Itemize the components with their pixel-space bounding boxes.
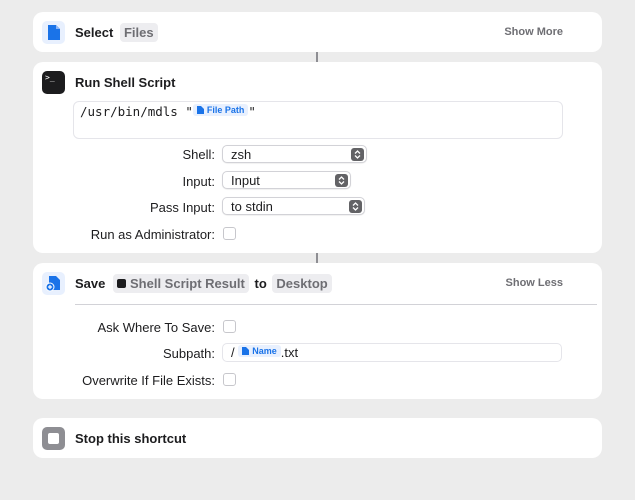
stop-icon: [42, 427, 65, 450]
name-variable[interactable]: Name: [238, 345, 281, 357]
divider: [75, 304, 597, 305]
show-more-button[interactable]: Show More: [504, 26, 563, 38]
document-icon: [42, 21, 65, 44]
ask-where-checkbox[interactable]: [223, 320, 236, 333]
script-text: /usr/bin/mdls ": [80, 104, 193, 119]
overwrite-label: Overwrite If File Exists:: [82, 373, 215, 388]
show-less-button[interactable]: Show Less: [506, 277, 563, 289]
stop-title: Stop this shortcut: [75, 431, 187, 446]
run-as-admin-checkbox[interactable]: [223, 227, 236, 240]
document-small-icon: [242, 347, 250, 355]
chevron-updown-icon: [335, 174, 348, 187]
run-as-admin-label: Run as Administrator:: [90, 227, 215, 242]
ask-where-label: Ask Where To Save:: [97, 320, 215, 335]
save-document-icon: [42, 272, 65, 295]
chevron-updown-icon: [351, 148, 364, 161]
files-token[interactable]: Files: [119, 23, 158, 42]
run-shell-title: Run Shell Script: [75, 75, 176, 90]
terminal-icon: >_: [42, 71, 65, 94]
input-select[interactable]: Input: [222, 171, 351, 189]
stop-shortcut-action[interactable]: Stop this shortcut: [33, 418, 602, 458]
subpath-label: Subpath:: [162, 346, 215, 361]
overwrite-checkbox[interactable]: [223, 373, 236, 386]
pass-input-select[interactable]: to stdin: [222, 197, 365, 215]
file-path-variable[interactable]: File Path: [192, 104, 249, 116]
shell-script-result-token[interactable]: Shell Script Result: [113, 274, 249, 293]
shell-select[interactable]: zsh: [222, 145, 367, 163]
input-label: Input:: [182, 174, 215, 189]
connector-line: [316, 52, 318, 62]
script-suffix: ": [248, 104, 256, 119]
script-editor[interactable]: /usr/bin/mdls " File Path ": [73, 101, 563, 139]
save-title: Save Shell Script Result to Desktop: [75, 274, 332, 293]
chevron-updown-icon: [349, 200, 362, 213]
shell-label: Shell:: [182, 147, 215, 162]
pass-input-label: Pass Input:: [149, 200, 215, 215]
connector-line: [316, 253, 318, 263]
select-files-title: Select Files: [75, 23, 158, 42]
run-shell-script-action[interactable]: >_ Run Shell Script /usr/bin/mdls " File …: [33, 62, 602, 253]
document-small-icon: [196, 106, 204, 114]
save-action[interactable]: Save Shell Script Result to Desktop Show…: [33, 263, 602, 399]
terminal-small-icon: [117, 279, 126, 288]
subpath-field[interactable]: / Name .txt: [222, 343, 562, 362]
select-files-action[interactable]: Select Files Show More: [33, 12, 602, 52]
desktop-token[interactable]: Desktop: [272, 274, 332, 293]
